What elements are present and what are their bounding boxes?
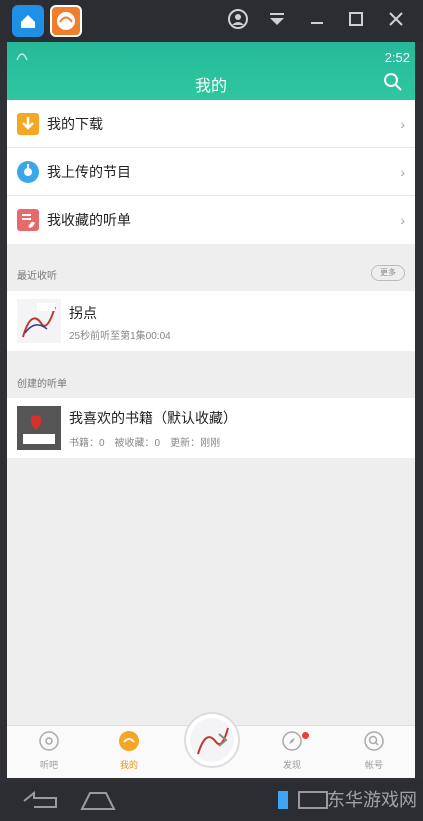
- download-icon: [17, 112, 39, 135]
- account-icon[interactable]: [225, 8, 251, 34]
- menu-item-favorites[interactable]: 我收藏的听单 ›: [7, 196, 415, 244]
- listen-icon: [39, 731, 59, 751]
- menu-item-label: 我上传的节目: [47, 163, 131, 180]
- back-icon[interactable]: [20, 789, 60, 813]
- chevron-right-icon: ›: [400, 116, 405, 132]
- recent-item[interactable]: 拐点 25秒前听至第1集00:04: [7, 291, 415, 351]
- menu-item-label: 我的下载: [47, 115, 103, 132]
- headphone-status-icon: [16, 53, 28, 61]
- listening-app-icon[interactable]: [50, 5, 82, 37]
- created-list-item[interactable]: 我喜欢的书籍（默认收藏） 书籍：0 被收藏：0 更新：刚刚: [7, 398, 415, 458]
- app-header: 2:52 我的: [7, 42, 415, 100]
- maximize-icon[interactable]: [343, 8, 369, 34]
- menu-item-label: 我收藏的听单: [47, 212, 131, 228]
- chevron-right-icon: ›: [400, 164, 405, 180]
- search-icon[interactable]: [383, 72, 403, 92]
- book-list-cover-image: [17, 406, 61, 450]
- emulator-title-bar: [0, 0, 423, 42]
- more-button[interactable]: 更多: [371, 265, 405, 281]
- tab-account[interactable]: 帐号: [344, 730, 404, 771]
- notification-badge: [302, 732, 309, 739]
- created-list-title: 我喜欢的书籍（默认收藏）: [69, 410, 237, 426]
- close-icon[interactable]: [383, 8, 409, 34]
- home-icon[interactable]: [78, 787, 118, 813]
- my-menu: 我的下载 › 我上传的节目 › 我收藏的听单 ›: [7, 100, 415, 244]
- now-playing-button[interactable]: [184, 712, 240, 768]
- favorites-list-icon: [17, 209, 39, 231]
- compass-icon: [282, 731, 302, 751]
- watermark: 东华游戏网: [327, 790, 417, 810]
- created-section-label: 创建的听单: [17, 379, 67, 390]
- menu-item-uploads[interactable]: 我上传的节目 ›: [7, 148, 415, 196]
- tab-label: 帐号: [364, 760, 383, 770]
- chevron-right-icon: ›: [400, 212, 405, 228]
- created-list-meta: 书籍：0 被收藏：0 更新：刚刚: [69, 438, 221, 449]
- tab-listen[interactable]: 听吧: [19, 730, 79, 771]
- dropdown-menu-icon[interactable]: [264, 8, 290, 34]
- home-app-icon[interactable]: [12, 5, 44, 37]
- page-title: 我的: [194, 78, 227, 95]
- tab-mine[interactable]: 我的: [99, 730, 159, 771]
- recent-cover-image: [17, 299, 61, 343]
- upload-disc-icon: [17, 160, 39, 183]
- keyboard-icon[interactable]: [298, 791, 328, 809]
- recent-item-progress: 25秒前听至第1集00:04: [69, 331, 171, 342]
- mine-icon: [119, 731, 139, 751]
- tab-label: 我的: [119, 760, 138, 770]
- tab-label: 听吧: [39, 760, 58, 770]
- minimize-icon[interactable]: [304, 8, 330, 34]
- tab-discover[interactable]: 发现: [262, 730, 322, 771]
- rotate-icon[interactable]: [276, 789, 290, 811]
- menu-item-downloads[interactable]: 我的下载 ›: [7, 100, 415, 148]
- status-time: 2:52: [384, 50, 410, 65]
- tab-label: 发现: [282, 760, 301, 770]
- account-search-icon: [364, 731, 384, 751]
- recent-section-label: 最近收听: [17, 271, 57, 282]
- phone-screen: 2:52 我的 我的下载 › 我上传的节目 › 我收藏的听单 › 最近收听 更多…: [7, 42, 415, 778]
- emulator-window: 2:52 我的 我的下载 › 我上传的节目 › 我收藏的听单 › 最近收听 更多…: [0, 0, 423, 821]
- recent-item-title: 拐点: [69, 305, 97, 321]
